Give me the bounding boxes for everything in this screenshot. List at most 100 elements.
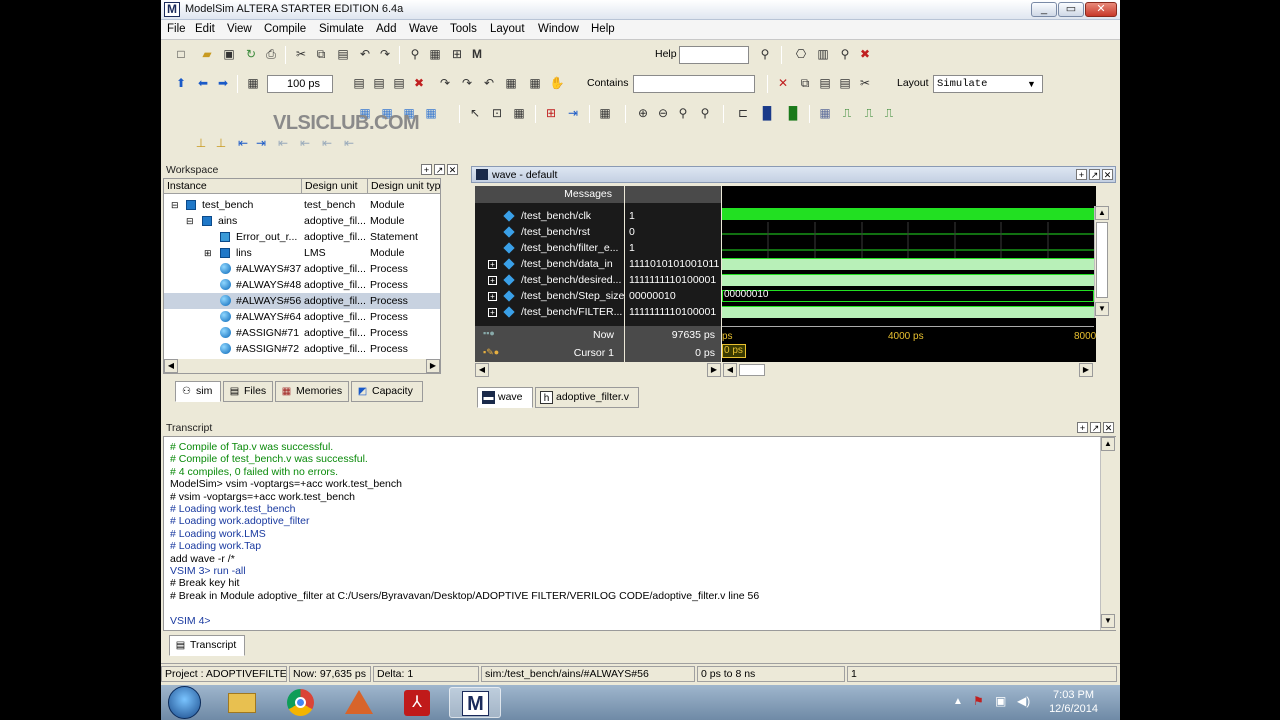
menu-wave[interactable]: Wave xyxy=(409,23,438,35)
copy-wave-icon[interactable]: ⧉ xyxy=(797,75,813,91)
menu-window[interactable]: Window xyxy=(538,23,579,35)
dataflow-icon[interactable]: ▦ xyxy=(597,105,613,121)
workspace-dock-icon[interactable]: + xyxy=(421,164,432,175)
forward-arrow-icon[interactable]: ➡ xyxy=(215,75,231,91)
cut-icon[interactable]: ✂ xyxy=(293,46,309,62)
menu-add[interactable]: Add xyxy=(376,23,396,35)
volume-icon[interactable]: ◀) xyxy=(1017,694,1030,708)
print-icon[interactable]: ⎙ xyxy=(263,46,279,62)
wave-close-icon[interactable]: ✕ xyxy=(1102,169,1113,180)
back-arrow-icon[interactable]: ⬅ xyxy=(195,75,211,91)
performance-icon[interactable]: ▦ xyxy=(527,75,543,91)
transcript-undock-icon[interactable]: ↗ xyxy=(1090,422,1101,433)
tab-sim[interactable]: ⚇ sim xyxy=(175,381,221,402)
open-folder-icon[interactable]: ▰ xyxy=(199,46,215,62)
step-over-icon[interactable]: ↷ xyxy=(459,75,475,91)
continue-icon[interactable]: ▤ xyxy=(371,75,387,91)
transcript-prompt[interactable]: VSIM 4> xyxy=(170,615,211,627)
transcript-dock-icon[interactable]: + xyxy=(1077,422,1088,433)
menu-simulate[interactable]: Simulate xyxy=(319,23,364,35)
hand-tool-icon[interactable]: ✋ xyxy=(549,75,565,91)
start-button-icon[interactable] xyxy=(168,686,201,719)
scroll-down-icon[interactable]: ▼ xyxy=(1095,302,1109,316)
clipboard-icon[interactable]: ▤ xyxy=(837,75,853,91)
scroll-up-icon[interactable]: ▲ xyxy=(1101,437,1115,451)
restart-sim-icon[interactable]: ▦ xyxy=(503,75,519,91)
col-design-unit[interactable]: Design unit xyxy=(302,179,368,194)
compile-icon[interactable]: ▦ xyxy=(427,46,443,62)
insert-cursor-icon[interactable]: ⊞ xyxy=(543,105,559,121)
signal-row[interactable]: /test_bench/clk xyxy=(475,208,624,224)
step-out-icon[interactable]: ↶ xyxy=(481,75,497,91)
transcript-close-icon[interactable]: ✕ xyxy=(1103,422,1114,433)
wave-edge-1-icon[interactable]: ⎍ xyxy=(839,105,855,121)
tray-expand-icon[interactable]: ▲ xyxy=(953,696,963,707)
step-fwd-icon[interactable]: ⇥ xyxy=(253,135,269,151)
scroll-left-icon[interactable]: ◀ xyxy=(475,363,489,377)
expand-icon[interactable]: ⊞ xyxy=(204,245,212,261)
tree-row[interactable]: ⊞ lins LMS Module xyxy=(164,245,440,261)
workspace-close-icon[interactable]: ✕ xyxy=(447,164,458,175)
tab-memories[interactable]: ▦ Memories xyxy=(275,381,349,402)
zoom-in-icon[interactable]: ⊕ xyxy=(635,105,651,121)
scroll-up-icon[interactable]: ▲ xyxy=(1095,206,1109,220)
step-in-icon[interactable]: ⊥ xyxy=(193,135,209,151)
layout-tool-3-icon[interactable]: ⚲ xyxy=(837,46,853,62)
new-file-icon[interactable]: □ xyxy=(173,46,189,62)
step-over-2-icon[interactable]: ⊥ xyxy=(213,135,229,151)
menu-help[interactable]: Help xyxy=(591,23,615,35)
find-icon[interactable]: ⚲ xyxy=(407,46,423,62)
layout-dropdown-icon[interactable]: ▼ xyxy=(1027,79,1036,89)
scroll-down-icon[interactable]: ▼ xyxy=(1101,614,1115,628)
zoom-full-icon[interactable]: ⚲ xyxy=(675,105,691,121)
tree-row[interactable]: #ALWAYS#48 adoptive_fil... Process xyxy=(164,277,440,293)
tree-row[interactable]: ⊟ test_bench test_bench Module xyxy=(164,197,440,213)
expand-bus-icon[interactable]: + xyxy=(488,292,497,301)
menu-file[interactable]: File xyxy=(167,23,186,35)
copy-icon[interactable]: ⧉ xyxy=(313,46,329,62)
run-length-input[interactable]: 100 ps xyxy=(267,75,333,93)
collapse-icon[interactable]: ⊟ xyxy=(186,213,194,229)
next-edge-icon[interactable]: ⇥ xyxy=(565,105,581,121)
wave-undock-icon[interactable]: ↗ xyxy=(1089,169,1100,180)
workspace-hscrollbar[interactable]: ◀ ▶ xyxy=(164,359,440,373)
signal-row[interactable]: +/test_bench/desired... xyxy=(475,272,624,288)
cursor-green-icon[interactable]: █ xyxy=(785,105,801,121)
taskbar-clock[interactable]: 7:03 PM 12/6/2014 xyxy=(1049,688,1098,716)
tab-files[interactable]: ▤ Files xyxy=(223,381,273,402)
zoom-box-icon[interactable]: ⊡ xyxy=(489,105,505,121)
scroll-right-icon[interactable]: ▶ xyxy=(426,359,440,373)
menu-layout[interactable]: Layout xyxy=(490,23,525,35)
expand-bus-icon[interactable]: + xyxy=(488,260,497,269)
up-arrow-icon[interactable]: ⬆ xyxy=(173,75,189,91)
scroll-thumb[interactable] xyxy=(1096,222,1108,298)
run-icon[interactable]: ▤ xyxy=(351,75,367,91)
tree-row-selected[interactable]: #ALWAYS#56 adoptive_fil... Process xyxy=(164,293,440,309)
step-icon[interactable]: ↷ xyxy=(437,75,453,91)
minimize-button[interactable]: _ xyxy=(1031,2,1057,17)
select-pointer-icon[interactable]: ↖ xyxy=(467,105,483,121)
tree-row[interactable]: #ASSIGN#71 adoptive_fil... Process xyxy=(164,325,440,341)
redo-icon[interactable]: ↷ xyxy=(377,46,393,62)
tab-wave[interactable]: ▬ wave xyxy=(477,387,533,408)
modelsim-taskbar-button[interactable]: M xyxy=(449,687,501,718)
run-all-icon[interactable]: ▤ xyxy=(391,75,407,91)
signal-row[interactable]: +/test_bench/FILTER... xyxy=(475,304,624,320)
edit-wave-icon[interactable]: ▦ xyxy=(511,105,527,121)
wave-group-4-icon[interactable]: ▦ xyxy=(423,105,439,121)
maximize-button[interactable]: ▭ xyxy=(1058,2,1084,17)
tree-row[interactable]: #ASSIGN#72 adoptive_fil... Process xyxy=(164,341,440,357)
collapse-icon[interactable]: ⊟ xyxy=(171,197,179,213)
menu-view[interactable]: View xyxy=(227,23,252,35)
cursor-block-icon[interactable]: █ xyxy=(759,105,775,121)
scroll-left-icon[interactable]: ◀ xyxy=(164,359,178,373)
wave-hscrollbar[interactable]: ◀ ▶ ◀ ▶ xyxy=(475,362,1111,378)
modelsim-m-icon[interactable]: M xyxy=(469,46,485,62)
wave-vscrollbar[interactable]: ▲ ▼ xyxy=(1094,206,1110,318)
signal-row[interactable]: /test_bench/rst xyxy=(475,224,624,240)
scroll-left-icon[interactable]: ◀ xyxy=(723,363,737,377)
tree-row[interactable]: Error_out_r... adoptive_fil... Statement xyxy=(164,229,440,245)
expand-bus-icon[interactable]: + xyxy=(488,276,497,285)
signal-row[interactable]: /test_bench/filter_e... xyxy=(475,240,624,256)
close-button[interactable]: ✕ xyxy=(1085,2,1117,17)
